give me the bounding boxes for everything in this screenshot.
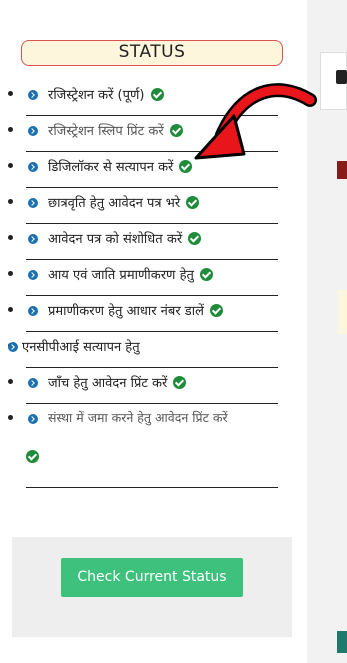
check-circle-icon bbox=[169, 124, 183, 137]
check-circle-icon bbox=[150, 88, 164, 101]
chevron-right-circle-icon bbox=[8, 342, 18, 352]
check-circle-icon bbox=[173, 376, 187, 389]
status-item-label: प्रमाणीकरण हेतु आधार नंबर डालें bbox=[48, 304, 204, 319]
status-item-label: आय एवं जाति प्रमाणीकरण हेतु bbox=[48, 268, 194, 283]
bullet-icon bbox=[8, 235, 13, 240]
list-item[interactable]: आवेदन पत्र को संशोधित करें bbox=[0, 224, 300, 260]
list-item[interactable]: प्रमाणीकरण हेतु आधार नंबर डालें bbox=[0, 296, 300, 332]
check-current-status-button[interactable]: Check Current Status bbox=[61, 558, 243, 597]
status-item-label: डिजिलॉकर से सत्यापन करें bbox=[48, 160, 174, 175]
bullet-icon bbox=[8, 91, 13, 96]
chevron-right-circle-icon bbox=[28, 90, 38, 100]
bullet-icon bbox=[8, 199, 13, 204]
check-circle-icon bbox=[188, 232, 202, 245]
status-title: STATUS bbox=[21, 40, 283, 66]
chevron-right-circle-icon bbox=[28, 162, 38, 172]
bullet-icon bbox=[8, 415, 13, 420]
list-item[interactable]: संस्था में जमा करने हेतु आवेदन प्रिंट कर… bbox=[0, 404, 300, 488]
status-item-label: छात्रवृति हेतु आवेदन पत्र भरे bbox=[48, 196, 181, 211]
section-badge bbox=[337, 161, 347, 179]
notice-strip bbox=[338, 290, 347, 334]
red-arrow-icon bbox=[194, 83, 317, 160]
list-item[interactable]: आय एवं जाति प्रमाणीकरण हेतु bbox=[0, 260, 300, 296]
chevron-right-circle-icon bbox=[28, 414, 38, 424]
bullet-icon bbox=[8, 127, 13, 132]
chevron-right-circle-icon bbox=[28, 198, 38, 208]
chevron-right-circle-icon bbox=[28, 234, 38, 244]
chevron-right-circle-icon bbox=[28, 126, 38, 136]
check-circle-icon bbox=[186, 196, 200, 209]
status-item-label: रजिस्ट्रेशन स्लिप प्रिंट करें bbox=[48, 124, 164, 139]
status-item-label: जाँच हेतु आवेदन प्रिंट करें bbox=[48, 376, 168, 391]
list-item[interactable]: जाँच हेतु आवेदन प्रिंट करें bbox=[0, 368, 300, 404]
list-item[interactable]: एनसीपीआई सत्यापन हेतु bbox=[0, 332, 300, 368]
check-circle-icon bbox=[26, 450, 39, 463]
footer-tab bbox=[337, 631, 347, 653]
check-circle-icon bbox=[199, 268, 213, 281]
bullet-icon bbox=[8, 379, 13, 384]
status-item-label: आवेदन पत्र को संशोधित करें bbox=[48, 232, 183, 247]
list-item[interactable]: छात्रवृति हेतु आवेदन पत्र भरे bbox=[0, 188, 300, 224]
check-circle-icon bbox=[209, 304, 223, 317]
status-item-label: रजिस्ट्रेशन करें (पूर्ण) bbox=[48, 88, 145, 103]
chevron-right-circle-icon bbox=[28, 306, 38, 316]
bullet-icon bbox=[8, 271, 13, 276]
divider bbox=[26, 487, 278, 488]
bullet-icon bbox=[8, 163, 13, 168]
chevron-right-circle-icon bbox=[28, 270, 38, 280]
graduation-cap-icon bbox=[336, 70, 347, 84]
status-item-label: संस्था में जमा करने हेतु आवेदन प्रिंट कर… bbox=[48, 410, 228, 425]
bullet-icon bbox=[8, 307, 13, 312]
chevron-right-circle-icon bbox=[28, 378, 38, 388]
status-item-label: एनसीपीआई सत्यापन हेतु bbox=[22, 340, 140, 355]
